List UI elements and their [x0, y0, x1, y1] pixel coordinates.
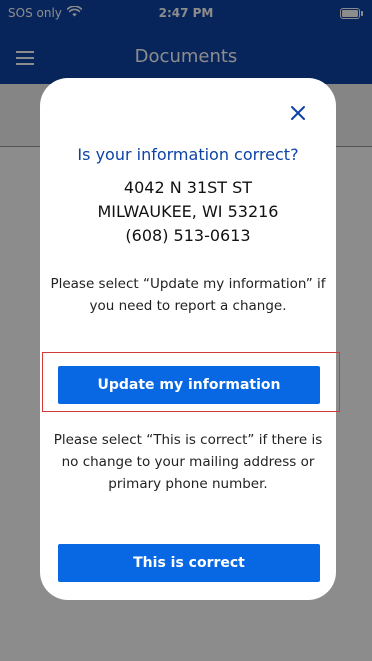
close-icon[interactable]: [288, 103, 308, 123]
app-screen: SOS only 2:47 PM Documents Is your infor…: [0, 0, 372, 661]
this-is-correct-button[interactable]: This is correct: [58, 544, 320, 582]
update-message: Please select “Update my information” if…: [50, 276, 326, 314]
info-confirmation-dialog: Is your information correct? 4042 N 31ST…: [40, 78, 340, 600]
address-block: 4042 N 31ST ST MILWAUKEE, WI 53216 (608)…: [40, 176, 336, 248]
dialog-title: Is your information correct?: [77, 145, 299, 164]
address-line2: MILWAUKEE, WI 53216: [97, 202, 279, 221]
address-line1: 4042 N 31ST ST: [123, 178, 253, 197]
phone-number: (608) 513-0613: [125, 226, 251, 245]
correct-message: Please select “This is correct” if there…: [53, 432, 323, 492]
update-information-button[interactable]: Update my information: [58, 366, 320, 404]
